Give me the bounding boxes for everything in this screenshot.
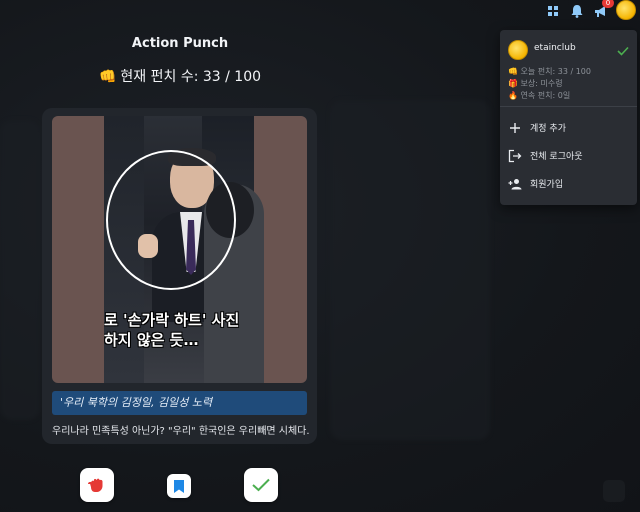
stat-reward: 🎁 보상: 미수령	[508, 78, 563, 89]
menu-item-label: 전체 로그아웃	[530, 152, 583, 162]
menu-item-logout-all[interactable]: 전체 로그아웃	[500, 142, 637, 168]
fire-icon: 🔥	[508, 91, 518, 100]
menu-divider	[500, 106, 637, 107]
menu-item-signup[interactable]: 회원가입	[500, 170, 637, 196]
menu-item-label: 회원가입	[530, 180, 564, 190]
bell-icon[interactable]	[568, 2, 586, 20]
punch-button[interactable]	[80, 468, 114, 502]
post-comment: 우리나라 민족특성 아닌가? "우리" 한국인은 우리빼면 시체다.	[52, 426, 310, 437]
stat-label: 오늘 펀치: 33 / 100	[520, 67, 591, 76]
image-caption-line: 하지 않은 듯…	[104, 331, 199, 349]
check-icon	[617, 41, 629, 60]
add-person-icon	[508, 176, 522, 190]
avatar	[508, 40, 528, 60]
stat-streak: 🔥 연속 펀치: 0일	[508, 90, 570, 101]
account-username: etainclub	[534, 43, 576, 53]
stat-today-punch: 👊 오늘 펀치: 33 / 100	[508, 66, 591, 77]
bookmark-icon	[174, 479, 184, 493]
app-root: 0 Action Punch 👊 현재 펀치 수: 33 / 100 로 '손가락…	[0, 0, 640, 512]
logout-icon	[508, 148, 522, 163]
menu-item-add-account[interactable]: 계정 추가	[500, 114, 637, 140]
fist-icon: 👊	[98, 69, 117, 85]
account-entry[interactable]: etainclub 👊 오늘 펀치: 33 / 100 🎁 보상: 미수령 🔥 …	[500, 30, 637, 105]
stat-label: 보상: 미수령	[520, 79, 563, 88]
stat-label: 연속 펀치: 0일	[520, 91, 571, 100]
fist-icon: 👊	[508, 67, 518, 76]
plus-icon	[508, 120, 522, 134]
grid-icon[interactable]	[544, 2, 562, 20]
confirm-button[interactable]	[244, 468, 278, 502]
check-icon	[252, 478, 270, 492]
account-menu: etainclub 👊 오늘 펀치: 33 / 100 🎁 보상: 미수령 🔥 …	[500, 30, 637, 205]
image-caption: 로 '손가락 하트' 사진 하지 않은 듯…	[104, 310, 256, 350]
post-card: 로 '손가락 하트' 사진 하지 않은 듯… '우리 북학의 김정일, 김일성 …	[42, 108, 317, 444]
menu-item-label: 계정 추가	[530, 124, 566, 134]
gift-icon: 🎁	[508, 79, 518, 88]
image-caption-line: 로 '손가락 하트' 사진	[104, 311, 240, 329]
page-title: Action Punch	[131, 36, 229, 51]
bookmark-button[interactable]	[167, 474, 191, 498]
post-image[interactable]: 로 '손가락 하트' 사진 하지 않은 듯…	[52, 116, 307, 383]
fist-icon	[88, 478, 103, 492]
floating-button[interactable]	[603, 480, 625, 502]
notification-badge: 0	[602, 0, 614, 8]
punch-count: 👊 현재 펀치 수: 33 / 100	[60, 66, 300, 86]
background-blur	[0, 120, 40, 420]
megaphone-icon[interactable]: 0	[592, 0, 614, 20]
highlight-circle	[106, 150, 236, 290]
avatar[interactable]	[616, 0, 636, 20]
quote-banner: '우리 북학의 김정일, 김일성 노력	[52, 391, 307, 415]
background-blur	[330, 100, 490, 440]
punch-count-label: 현재 펀치 수: 33 / 100	[120, 69, 262, 85]
